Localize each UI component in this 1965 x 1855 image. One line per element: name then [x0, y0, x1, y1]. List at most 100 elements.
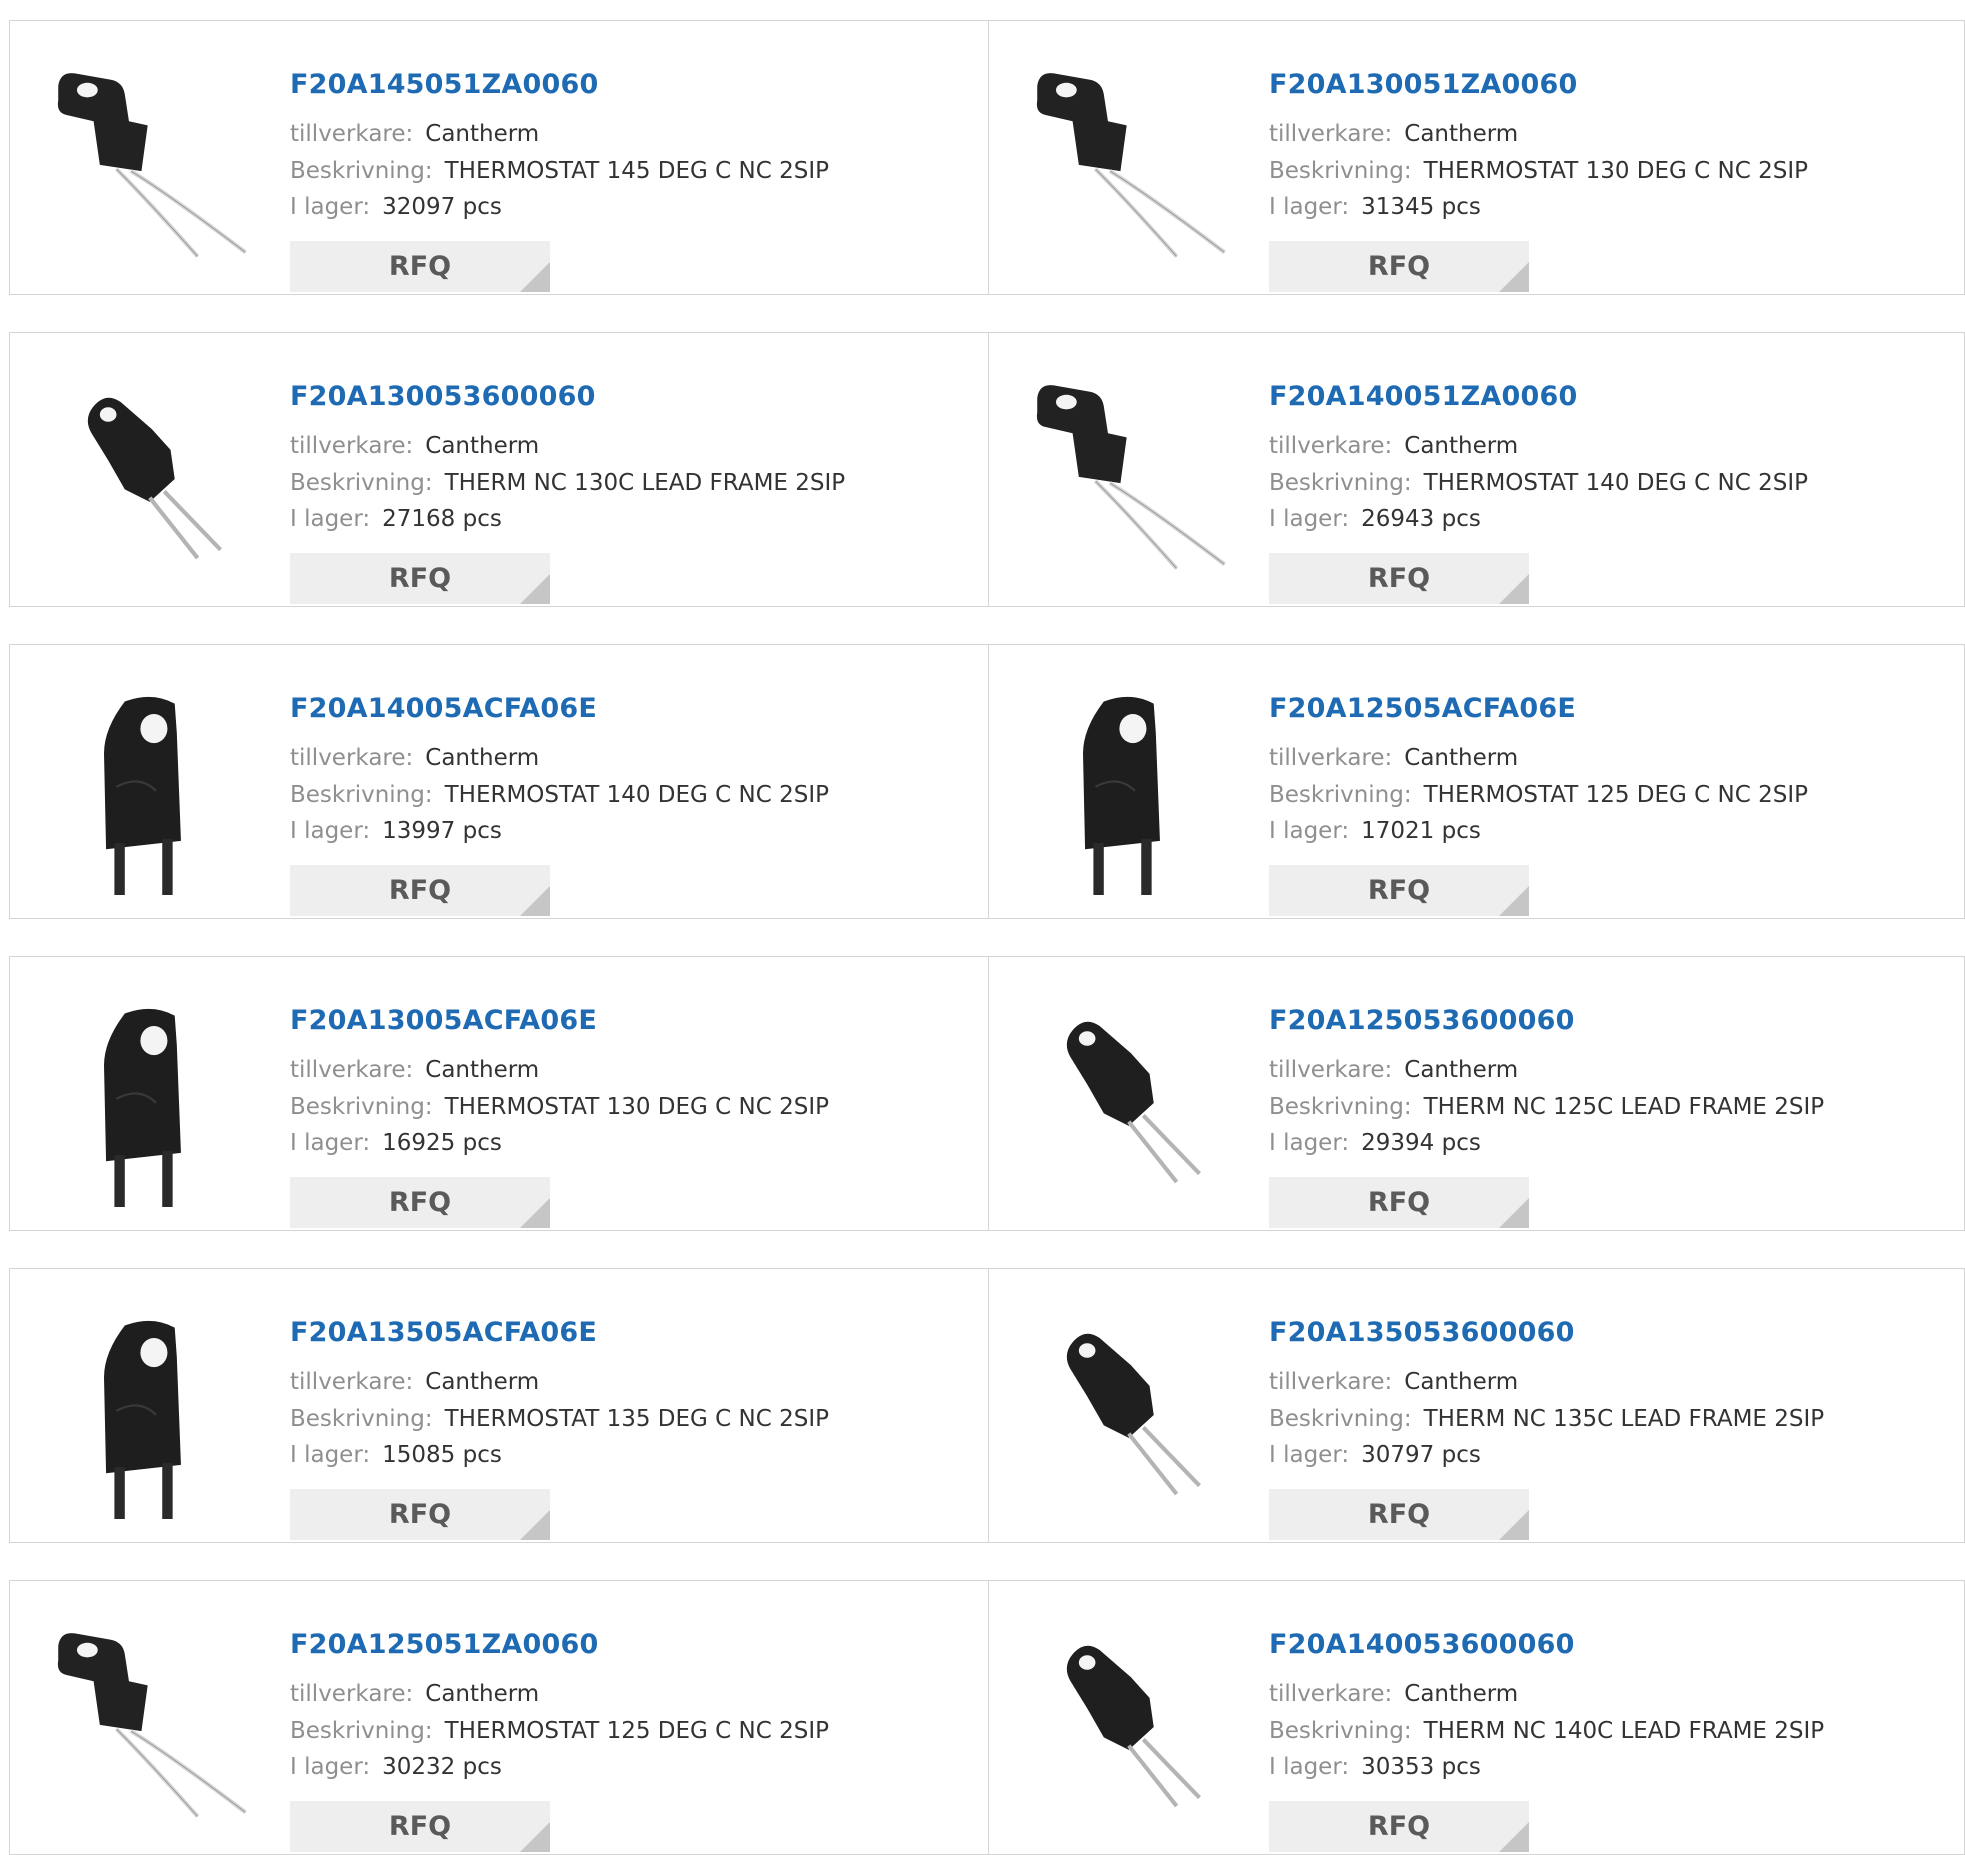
rfq-button[interactable]: RFQ [1269, 553, 1529, 604]
stock-label: I lager: [1269, 818, 1350, 844]
corner-triangle-icon [520, 1822, 550, 1852]
description-label: Beskrivning: [290, 470, 433, 496]
rfq-button[interactable]: RFQ [1269, 1489, 1529, 1540]
rfq-button[interactable]: RFQ [290, 1177, 550, 1228]
stock-row: I lager: 16925 pcs [290, 1130, 502, 1158]
stock-row: I lager: 29394 pcs [1269, 1130, 1481, 1158]
description-row: Beskrivning: THERMOSTAT 130 DEG C NC 2SIP [290, 1094, 829, 1122]
part-number-link[interactable]: F20A125051ZA0060 [290, 1629, 598, 1661]
product-card: F20A135053600060 tillverkare: Cantherm Be… [988, 1269, 1965, 1542]
part-number-link[interactable]: F20A14005ACFA06E [290, 693, 597, 725]
part-number-link[interactable]: F20A135053600060 [1269, 1317, 1575, 1349]
manufacturer-value: Cantherm [425, 1369, 540, 1395]
part-number-link[interactable]: F20A145051ZA0060 [290, 69, 598, 101]
corner-triangle-icon [520, 1198, 550, 1228]
manufacturer-row: tillverkare: Cantherm [1269, 433, 1518, 461]
rfq-button[interactable]: RFQ [1269, 865, 1529, 916]
rfq-label: RFQ [388, 875, 452, 906]
part-number-link[interactable]: F20A125053600060 [1269, 1005, 1575, 1037]
rfq-button[interactable]: RFQ [290, 865, 550, 916]
product-image-lead-frame-icon[interactable] [1031, 1623, 1239, 1831]
part-number-link[interactable]: F20A130053600060 [290, 381, 596, 413]
manufacturer-row: tillverkare: Cantherm [1269, 121, 1518, 149]
manufacturer-label: tillverkare: [290, 1369, 414, 1395]
description-row: Beskrivning: THERMOSTAT 145 DEG C NC 2SIP [290, 158, 829, 186]
product-card: F20A140053600060 tillverkare: Cantherm Be… [988, 1581, 1965, 1854]
rfq-button[interactable]: RFQ [1269, 241, 1529, 292]
product-card: F20A13505ACFA06E tillverkare: Cantherm Be… [10, 1269, 988, 1542]
description-label: Beskrivning: [290, 1718, 433, 1744]
corner-triangle-icon [1499, 886, 1529, 916]
rfq-label: RFQ [1367, 875, 1431, 906]
description-label: Beskrivning: [1269, 1406, 1412, 1432]
manufacturer-row: tillverkare: Cantherm [290, 745, 539, 773]
stock-value: 32097 pcs [382, 194, 502, 220]
product-image-upright-package-icon[interactable] [52, 687, 260, 895]
stock-label: I lager: [1269, 506, 1350, 532]
rfq-button[interactable]: RFQ [290, 1489, 550, 1540]
corner-triangle-icon [1499, 1822, 1529, 1852]
part-number-link[interactable]: F20A140053600060 [1269, 1629, 1575, 1661]
product-image-lead-frame-icon[interactable] [1031, 999, 1239, 1207]
rfq-label: RFQ [1367, 1499, 1431, 1530]
description-row: Beskrivning: THERM NC 130C LEAD FRAME 2SI… [290, 470, 845, 498]
stock-label: I lager: [290, 194, 371, 220]
manufacturer-value: Cantherm [425, 121, 540, 147]
corner-triangle-icon [1499, 262, 1529, 292]
stock-label: I lager: [1269, 1442, 1350, 1468]
manufacturer-row: tillverkare: Cantherm [1269, 1681, 1518, 1709]
manufacturer-row: tillverkare: Cantherm [290, 1681, 539, 1709]
corner-triangle-icon [520, 574, 550, 604]
stock-value: 15085 pcs [382, 1442, 502, 1468]
product-image-lead-frame-icon[interactable] [52, 375, 260, 583]
product-image-bent-lead-icon[interactable] [52, 63, 260, 271]
manufacturer-label: tillverkare: [1269, 121, 1393, 147]
description-value: THERMOSTAT 145 DEG C NC 2SIP [444, 158, 829, 184]
part-number-link[interactable]: F20A13505ACFA06E [290, 1317, 597, 1349]
description-value: THERMOSTAT 125 DEG C NC 2SIP [444, 1718, 829, 1744]
part-number-link[interactable]: F20A130051ZA0060 [1269, 69, 1577, 101]
manufacturer-label: tillverkare: [1269, 1681, 1393, 1707]
product-image-bent-lead-icon[interactable] [1031, 375, 1239, 583]
description-value: THERM NC 125C LEAD FRAME 2SIP [1423, 1094, 1825, 1120]
product-card: F20A140051ZA0060 tillverkare: Cantherm Be… [988, 333, 1965, 606]
stock-value: 29394 pcs [1361, 1130, 1481, 1156]
stock-label: I lager: [1269, 194, 1350, 220]
stock-label: I lager: [290, 1754, 371, 1780]
rfq-button[interactable]: RFQ [1269, 1177, 1529, 1228]
manufacturer-label: tillverkare: [1269, 1369, 1393, 1395]
rfq-button[interactable]: RFQ [290, 241, 550, 292]
corner-triangle-icon [520, 262, 550, 292]
rfq-label: RFQ [388, 563, 452, 594]
product-image-bent-lead-icon[interactable] [1031, 63, 1239, 271]
description-value: THERMOSTAT 135 DEG C NC 2SIP [444, 1406, 829, 1432]
product-row: F20A14005ACFA06E tillverkare: Cantherm Be… [9, 644, 1965, 919]
product-image-lead-frame-icon[interactable] [1031, 1311, 1239, 1519]
part-number-link[interactable]: F20A12505ACFA06E [1269, 693, 1576, 725]
rfq-label: RFQ [388, 1811, 452, 1842]
corner-triangle-icon [1499, 574, 1529, 604]
part-number-link[interactable]: F20A13005ACFA06E [290, 1005, 597, 1037]
product-card: F20A12505ACFA06E tillverkare: Cantherm Be… [988, 645, 1965, 918]
manufacturer-value: Cantherm [1404, 433, 1519, 459]
description-label: Beskrivning: [1269, 1718, 1412, 1744]
description-label: Beskrivning: [1269, 1094, 1412, 1120]
product-image-upright-package-icon[interactable] [52, 1311, 260, 1519]
description-value: THERM NC 135C LEAD FRAME 2SIP [1423, 1406, 1825, 1432]
rfq-button[interactable]: RFQ [290, 1801, 550, 1852]
corner-triangle-icon [1499, 1198, 1529, 1228]
part-number-link[interactable]: F20A140051ZA0060 [1269, 381, 1577, 413]
product-image-upright-package-icon[interactable] [52, 999, 260, 1207]
rfq-button[interactable]: RFQ [1269, 1801, 1529, 1852]
product-image-bent-lead-icon[interactable] [52, 1623, 260, 1831]
corner-triangle-icon [520, 1510, 550, 1540]
product-row: F20A125051ZA0060 tillverkare: Cantherm Be… [9, 1580, 1965, 1855]
description-label: Beskrivning: [1269, 470, 1412, 496]
product-image-upright-package-icon[interactable] [1031, 687, 1239, 895]
product-card: F20A130051ZA0060 tillverkare: Cantherm Be… [988, 21, 1965, 294]
product-row: F20A145051ZA0060 tillverkare: Cantherm Be… [9, 20, 1965, 295]
rfq-label: RFQ [388, 1499, 452, 1530]
manufacturer-row: tillverkare: Cantherm [1269, 1369, 1518, 1397]
rfq-button[interactable]: RFQ [290, 553, 550, 604]
stock-row: I lager: 13997 pcs [290, 818, 502, 846]
